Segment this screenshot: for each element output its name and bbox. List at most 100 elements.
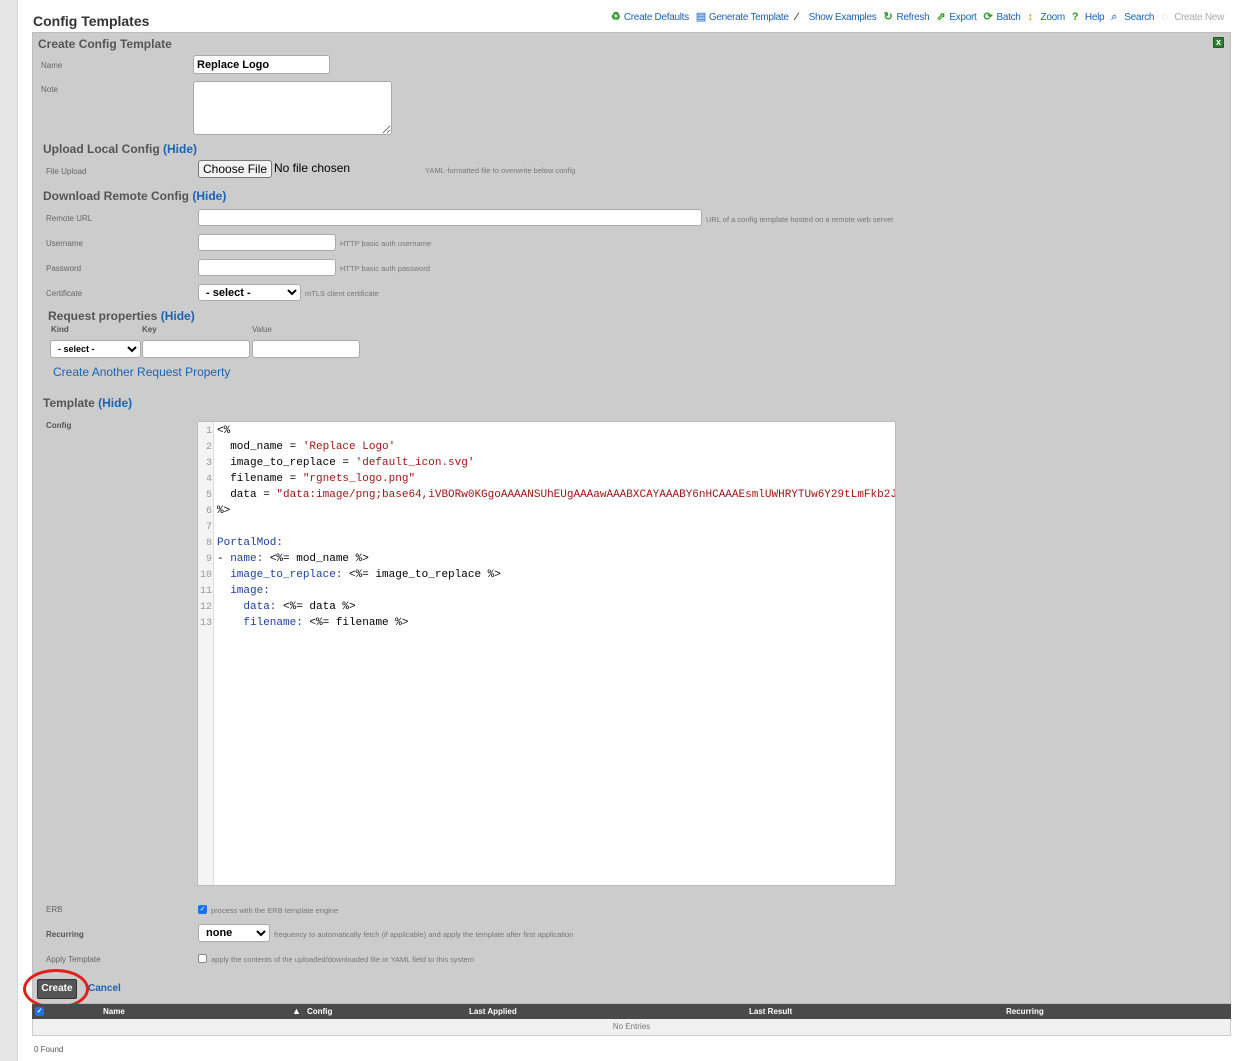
toolbar-wand-button[interactable]: ⁄ Show Examples [795, 11, 877, 24]
column-header-name[interactable]: Name [103, 1007, 125, 1016]
template-hide-link[interactable]: (Hide) [98, 396, 132, 410]
code-token: "data:image/png;base64,iVBORw0KGgoAAAANS… [276, 489, 896, 501]
toolbar-label: Zoom [1040, 12, 1066, 23]
code-text: image: [214, 585, 270, 597]
upload-title-text: Upload Local Config [43, 142, 160, 156]
choose-file-button[interactable]: Choose File [198, 160, 273, 178]
line-number: 1 [205, 426, 212, 437]
code-line: 1 <% [198, 423, 230, 439]
recurring-select[interactable]: none [198, 924, 270, 942]
code-text: data: <%= data %> [214, 601, 355, 613]
toolbar-refresh-button[interactable]: ↻ Refresh [883, 11, 930, 24]
line-number: 5 [205, 490, 212, 501]
toolbar-document-button[interactable]: ▤ Generate Template [695, 11, 789, 24]
request-properties-title: Request properties (Hide) [48, 309, 195, 323]
toolbar-help-button[interactable]: ? Help [1071, 11, 1105, 24]
code-token: 'Replace Logo' [302, 441, 396, 453]
code-text: filename = "rgnets_logo.png" [214, 473, 415, 485]
line-number: 6 [205, 506, 212, 517]
create-new-icon: ◌ [1161, 11, 1168, 23]
toolbar-recycle-button[interactable]: ♻ Create Defaults [611, 12, 689, 24]
code-line: 8 PortalMod: [198, 535, 283, 551]
request-properties-hide-link[interactable]: (Hide) [161, 309, 195, 323]
column-header-recurring[interactable]: Recurring [1006, 1007, 1044, 1016]
code-token: "rgnets_logo.png" [302, 473, 416, 485]
refresh-icon: ↻ [883, 11, 893, 23]
code-token: <%= mod_name %> [263, 553, 369, 565]
value-input[interactable] [252, 340, 360, 358]
code-token: data = [217, 489, 277, 501]
code-line: 11 image: [198, 583, 270, 599]
code-text: mod_name = 'Replace Logo' [214, 441, 395, 453]
line-number: 11 [199, 586, 212, 597]
toolbar-label: Generate Template [708, 12, 789, 23]
search-icon: ⌕ [1111, 11, 1118, 23]
apply-template-checkbox[interactable] [198, 954, 207, 963]
certificate-select[interactable]: - select - [198, 284, 301, 301]
toolbar-batch-button[interactable]: ⟳ Batch [983, 12, 1020, 24]
username-hint: HTTP basic auth username [340, 239, 432, 248]
key-input[interactable] [142, 340, 250, 358]
code-token: name: [230, 553, 264, 565]
toolbar-label: Help [1084, 12, 1105, 23]
erb-checkbox[interactable]: ✓ [198, 905, 207, 914]
template-title-text: Template [43, 396, 95, 410]
sort-ascending-icon[interactable]: ▲ [292, 1006, 301, 1016]
request-properties-text: Request properties [48, 309, 158, 323]
create-another-request-property-link[interactable]: Create Another Request Property [53, 365, 230, 379]
code-line: 4 filename = "rgnets_logo.png" [198, 471, 415, 487]
toolbar-label: Refresh [896, 12, 930, 23]
code-token: - [217, 553, 231, 565]
code-line: 10 image_to_replace: <%= image_to_replac… [198, 567, 501, 583]
column-header-last-result[interactable]: Last Result [749, 1007, 792, 1016]
note-textarea[interactable] [193, 81, 392, 135]
toolbar-label: Create Defaults [623, 12, 689, 23]
download-title-text: Download Remote Config [43, 189, 189, 203]
cancel-link[interactable]: Cancel [88, 983, 121, 994]
key-column-header: Key [142, 325, 157, 334]
username-input[interactable] [198, 234, 336, 251]
create-config-template-panel: Create Config Template x Name Note Uploa… [32, 32, 1231, 1004]
apply-template-label: Apply Template [46, 955, 101, 964]
help-icon: ? [1071, 11, 1079, 23]
line-number: 3 [205, 458, 212, 469]
document-icon: ▤ [695, 11, 706, 23]
certificate-hint: mTLS client certificate [305, 289, 379, 298]
close-panel-icon[interactable]: x [1213, 37, 1224, 48]
line-number: 10 [199, 570, 212, 581]
code-token: filename = [217, 473, 303, 485]
upload-hide-link[interactable]: (Hide) [163, 142, 197, 156]
code-token: mod_name = [217, 441, 303, 453]
toolbar-export-button[interactable]: ⇗ Export [936, 12, 976, 24]
kind-select[interactable]: - select - [50, 340, 141, 358]
kind-column-header: Kind [51, 325, 69, 334]
wand-icon: ⁄ [795, 11, 798, 23]
download-hide-link[interactable]: (Hide) [192, 189, 226, 203]
toolbar-zoom-button[interactable]: ↕ Zoom [1028, 12, 1066, 24]
remote-url-hint: URL of a config template hosted on a rem… [706, 215, 894, 224]
code-token: <%= filename %> [302, 617, 409, 629]
column-header-last-applied[interactable]: Last Applied [469, 1007, 517, 1016]
table-empty-row: No Entries [32, 1019, 1231, 1036]
code-line: 12 data: <%= data %> [198, 599, 356, 615]
name-input[interactable] [193, 55, 330, 74]
template-section-title: Template (Hide) [43, 396, 132, 410]
code-token: 'default_icon.svg' [355, 457, 475, 469]
column-header-config[interactable]: Config [307, 1007, 332, 1016]
left-rail [0, 0, 18, 1061]
code-line: 13 filename: <%= filename %> [198, 615, 408, 631]
code-token: %> [217, 505, 231, 517]
config-code-editor[interactable]: 1 <% 2 mod_name = 'Replace Logo' 3 image_to… [197, 421, 896, 886]
code-line: 9- name: <%= mod_name %> [198, 551, 369, 567]
toolbar-search-button[interactable]: ⌕ Search [1111, 11, 1154, 24]
page-title: Config Templates [33, 13, 150, 29]
toolbar: ♻ Create Defaults ▤ Generate Template ⁄ Show … [611, 11, 1224, 24]
remote-url-input[interactable] [198, 209, 702, 226]
select-all-checkbox[interactable]: ✓ [35, 1007, 44, 1016]
password-input[interactable] [198, 259, 336, 276]
line-number: 4 [205, 474, 212, 485]
code-line: 3 image_to_replace = 'default_icon.svg' [198, 455, 474, 471]
recurring-label: Recurring [46, 930, 84, 939]
